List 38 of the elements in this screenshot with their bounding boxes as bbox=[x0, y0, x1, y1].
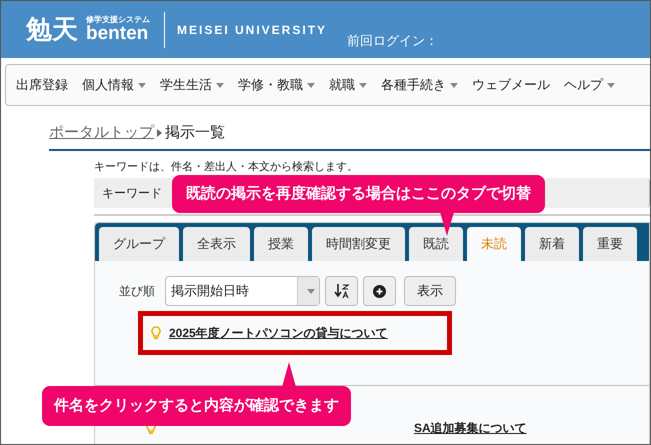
show-button[interactable]: 表示 bbox=[404, 276, 456, 306]
nav-item[interactable]: ヘルプ bbox=[564, 75, 615, 95]
university-name: MEISEI UNIVERSITY bbox=[177, 22, 328, 38]
tab[interactable]: 重要 bbox=[583, 227, 637, 261]
lightbulb-icon bbox=[151, 326, 161, 340]
tab[interactable]: 既読 bbox=[409, 227, 463, 261]
nav-item[interactable]: 出席登録 bbox=[16, 75, 68, 95]
sort-descending-icon bbox=[334, 283, 350, 299]
tab[interactable]: 新着 bbox=[525, 227, 579, 261]
tab[interactable]: 時間割変更 bbox=[312, 227, 405, 261]
caret-icon bbox=[306, 288, 314, 294]
nav-item[interactable]: 個人情報 bbox=[82, 75, 146, 95]
sort-order-button[interactable] bbox=[325, 276, 358, 306]
nav-item[interactable]: 各種手続き bbox=[381, 75, 458, 95]
plus-circle-icon bbox=[373, 284, 386, 298]
tab[interactable]: グループ bbox=[99, 227, 179, 261]
nav-item[interactable]: 就職 bbox=[329, 75, 367, 95]
tab[interactable]: 全表示 bbox=[183, 227, 250, 261]
logo-tagline: 修学支援システム bbox=[86, 16, 150, 24]
nav-item[interactable]: ウェブメール bbox=[472, 75, 550, 95]
add-button[interactable] bbox=[363, 276, 396, 306]
callout-pointer bbox=[440, 212, 454, 236]
callout-pointer bbox=[282, 362, 296, 387]
search-hint: キーワードは、件名・差出人・本文から検索します。 bbox=[94, 160, 359, 174]
search-label: キーワード bbox=[102, 185, 162, 202]
nav-item[interactable]: 学生生活 bbox=[160, 75, 224, 95]
logo-name: benten bbox=[86, 24, 150, 43]
tab[interactable]: 授業 bbox=[254, 227, 308, 261]
notice-title-link[interactable]: SA追加募集について bbox=[414, 419, 527, 437]
notice-title-link[interactable]: 2025年度ノートパソコンの貸与について bbox=[169, 324, 388, 342]
nav-item[interactable]: 学修・教職 bbox=[238, 75, 315, 95]
last-login: 前回ログイン： bbox=[347, 32, 438, 50]
logo-kanji: 勉天 bbox=[26, 16, 78, 42]
sort-select[interactable]: 掲示開始日時 bbox=[165, 276, 320, 306]
page-title: 掲示一覧 bbox=[165, 123, 225, 143]
breadcrumb-link[interactable]: ポータルトップ bbox=[49, 122, 154, 144]
sort-label: 並び順 bbox=[119, 283, 155, 300]
chevron-icon bbox=[157, 129, 162, 138]
